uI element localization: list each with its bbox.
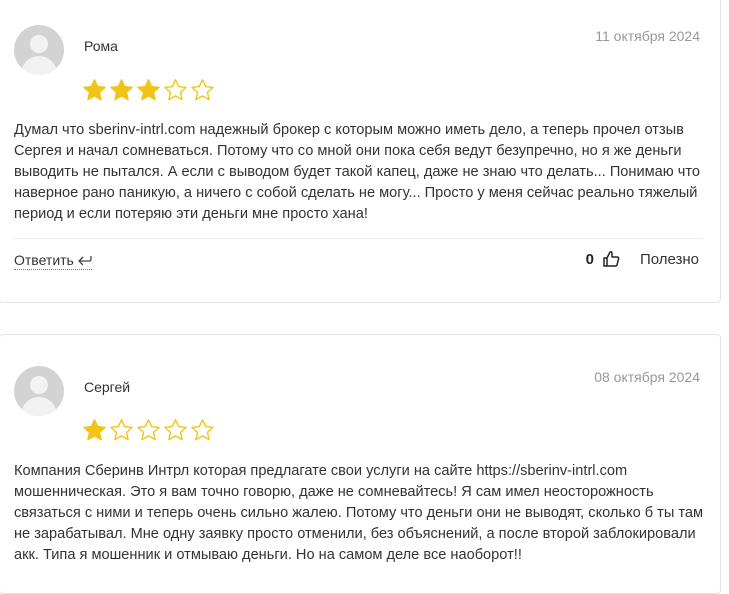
star-rating bbox=[82, 418, 215, 443]
review-card: Сергей 08 октября 2024 Компания Сберинв … bbox=[0, 334, 721, 594]
author-name: Сергей bbox=[84, 379, 131, 395]
avatar bbox=[14, 366, 64, 416]
reply-button[interactable]: Ответить bbox=[14, 252, 92, 270]
avatar bbox=[14, 25, 64, 75]
review-text: Компания Сберинв Интрл которая предлагат… bbox=[14, 463, 704, 563]
useful-label[interactable]: Полезно bbox=[640, 251, 699, 268]
star-empty-icon bbox=[190, 78, 215, 103]
star-filled-icon bbox=[136, 78, 161, 103]
thumbs-up-icon[interactable] bbox=[602, 250, 620, 268]
divider bbox=[14, 238, 702, 239]
star-filled-icon bbox=[82, 78, 107, 103]
star-filled-icon bbox=[82, 418, 107, 443]
star-empty-icon bbox=[163, 418, 188, 443]
reply-arrow-icon bbox=[77, 254, 92, 266]
review-date: 08 октября 2024 bbox=[594, 369, 700, 385]
reply-label: Ответить bbox=[14, 252, 74, 268]
star-filled-icon bbox=[109, 78, 134, 103]
star-empty-icon bbox=[163, 78, 188, 103]
review-card: Рома 11 октября 2024 Думал что sberinv-i… bbox=[0, 0, 721, 303]
vote-widget: 0 Полезно bbox=[586, 250, 699, 268]
author-name: Рома bbox=[84, 38, 118, 54]
star-empty-icon bbox=[190, 418, 215, 443]
review-date: 11 октября 2024 bbox=[595, 28, 700, 44]
star-empty-icon bbox=[136, 418, 161, 443]
star-empty-icon bbox=[109, 418, 134, 443]
review-text: Думал что sberinv-intrl.com надежный бро… bbox=[14, 122, 701, 222]
like-count: 0 bbox=[585, 250, 594, 268]
star-rating bbox=[82, 78, 215, 103]
